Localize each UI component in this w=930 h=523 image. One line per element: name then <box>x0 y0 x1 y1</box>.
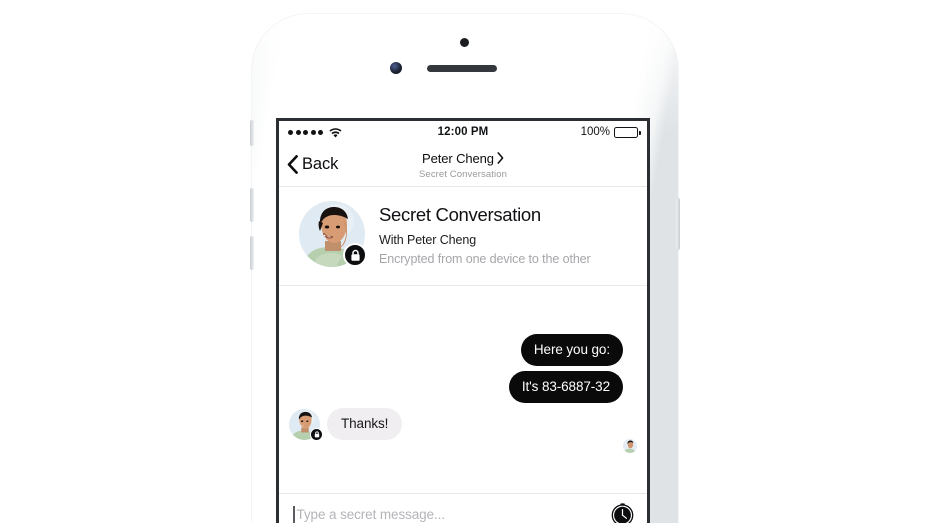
lock-badge-small <box>310 427 323 441</box>
text-caret <box>293 506 295 523</box>
chevron-left-icon <box>287 155 298 174</box>
conversation-header-participant: With Peter Cheng <box>379 233 477 248</box>
volume-down-button[interactable] <box>250 236 254 270</box>
lock-icon <box>314 431 319 438</box>
read-receipt-avatar <box>623 438 637 453</box>
status-bar: 12:00 PM 100% <box>279 121 647 143</box>
screen-bezel: 12:00 PM 100% Back Peter Cheng Secret Co… <box>276 118 650 523</box>
status-bar-right: 100% <box>580 126 641 138</box>
conversation-header: Secret Conversation With Peter Cheng Enc… <box>279 187 647 286</box>
mute-switch-button[interactable] <box>250 120 254 146</box>
message-bubble-outgoing[interactable]: Here you go: <box>520 333 623 366</box>
back-button[interactable]: Back <box>279 155 338 174</box>
contact-avatar[interactable] <box>299 201 367 267</box>
battery-percentage: 100% <box>580 126 610 138</box>
message-thread: Here you go: It's 83-6887-32 Thanks! <box>279 285 647 462</box>
lock-badge <box>343 243 367 267</box>
message-bubble-outgoing[interactable]: It's 83-6887-32 <box>508 370 623 403</box>
earpiece-speaker <box>427 65 497 72</box>
volume-up-button[interactable] <box>250 188 254 222</box>
lock-icon <box>350 249 360 261</box>
screenshot-stage: 12:00 PM 100% Back Peter Cheng Secret Co… <box>0 0 930 523</box>
timer-icon[interactable] <box>610 502 635 523</box>
navigation-bar: Back Peter Cheng Secret Conversation <box>279 143 647 187</box>
front-camera-icon <box>390 62 402 74</box>
phone-body-highlight <box>252 14 678 134</box>
navigation-title: Peter Cheng <box>422 150 494 166</box>
message-input[interactable]: Type a secret message... <box>297 507 611 522</box>
phone-screen: 12:00 PM 100% Back Peter Cheng Secret Co… <box>279 121 647 523</box>
conversation-header-title: Secret Conversation <box>379 204 541 225</box>
proximity-sensor-icon <box>460 38 469 47</box>
message-row-incoming: Thanks! <box>289 407 637 441</box>
message-row-outgoing: It's 83-6887-32 <box>289 370 637 403</box>
conversation-header-text: Secret Conversation With Peter Cheng Enc… <box>379 201 591 269</box>
conversation-title-button[interactable]: Peter Cheng <box>422 151 504 166</box>
back-button-label: Back <box>302 155 339 173</box>
conversation-header-description: Encrypted from one device to the other <box>379 252 591 267</box>
power-button[interactable] <box>676 198 680 250</box>
sender-avatar[interactable] <box>289 408 323 441</box>
avatar-portrait-tiny <box>623 438 637 453</box>
battery-icon <box>614 126 641 138</box>
chevron-right-icon <box>497 152 504 164</box>
message-composer[interactable]: Type a secret message... <box>279 493 647 523</box>
message-bubble-incoming[interactable]: Thanks! <box>327 407 403 440</box>
message-row-outgoing: Here you go: <box>289 333 637 366</box>
